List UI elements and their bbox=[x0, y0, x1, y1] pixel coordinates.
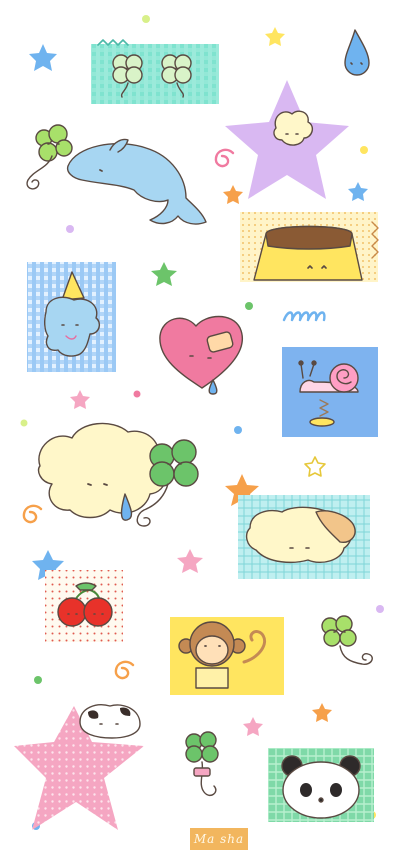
snail-card bbox=[282, 347, 378, 437]
clover-pair-card bbox=[91, 39, 219, 104]
monkey-card bbox=[170, 617, 284, 695]
sticker-sheet bbox=[14, 15, 384, 830]
cherries-card bbox=[45, 570, 123, 642]
puppy-clover-sticker bbox=[37, 422, 199, 527]
star-cow-sticker bbox=[14, 704, 144, 830]
star-puppy-sticker bbox=[225, 80, 349, 199]
dolphin-sticker bbox=[66, 138, 207, 225]
elephant-card bbox=[27, 262, 116, 372]
squiggle-line bbox=[282, 311, 326, 322]
water-drop-icon bbox=[344, 29, 370, 76]
green-clover-sticker bbox=[26, 124, 73, 190]
outline-star-icon bbox=[304, 456, 326, 477]
clover-bandage-sticker bbox=[185, 731, 219, 796]
heart-bandage-sticker bbox=[159, 315, 243, 395]
bread-puppy-card bbox=[238, 495, 370, 579]
small-clover-sticker bbox=[321, 615, 373, 665]
panda-card bbox=[268, 748, 374, 822]
pudding-card bbox=[240, 212, 379, 282]
artist-signature-stamp: Ma sha bbox=[190, 828, 248, 850]
